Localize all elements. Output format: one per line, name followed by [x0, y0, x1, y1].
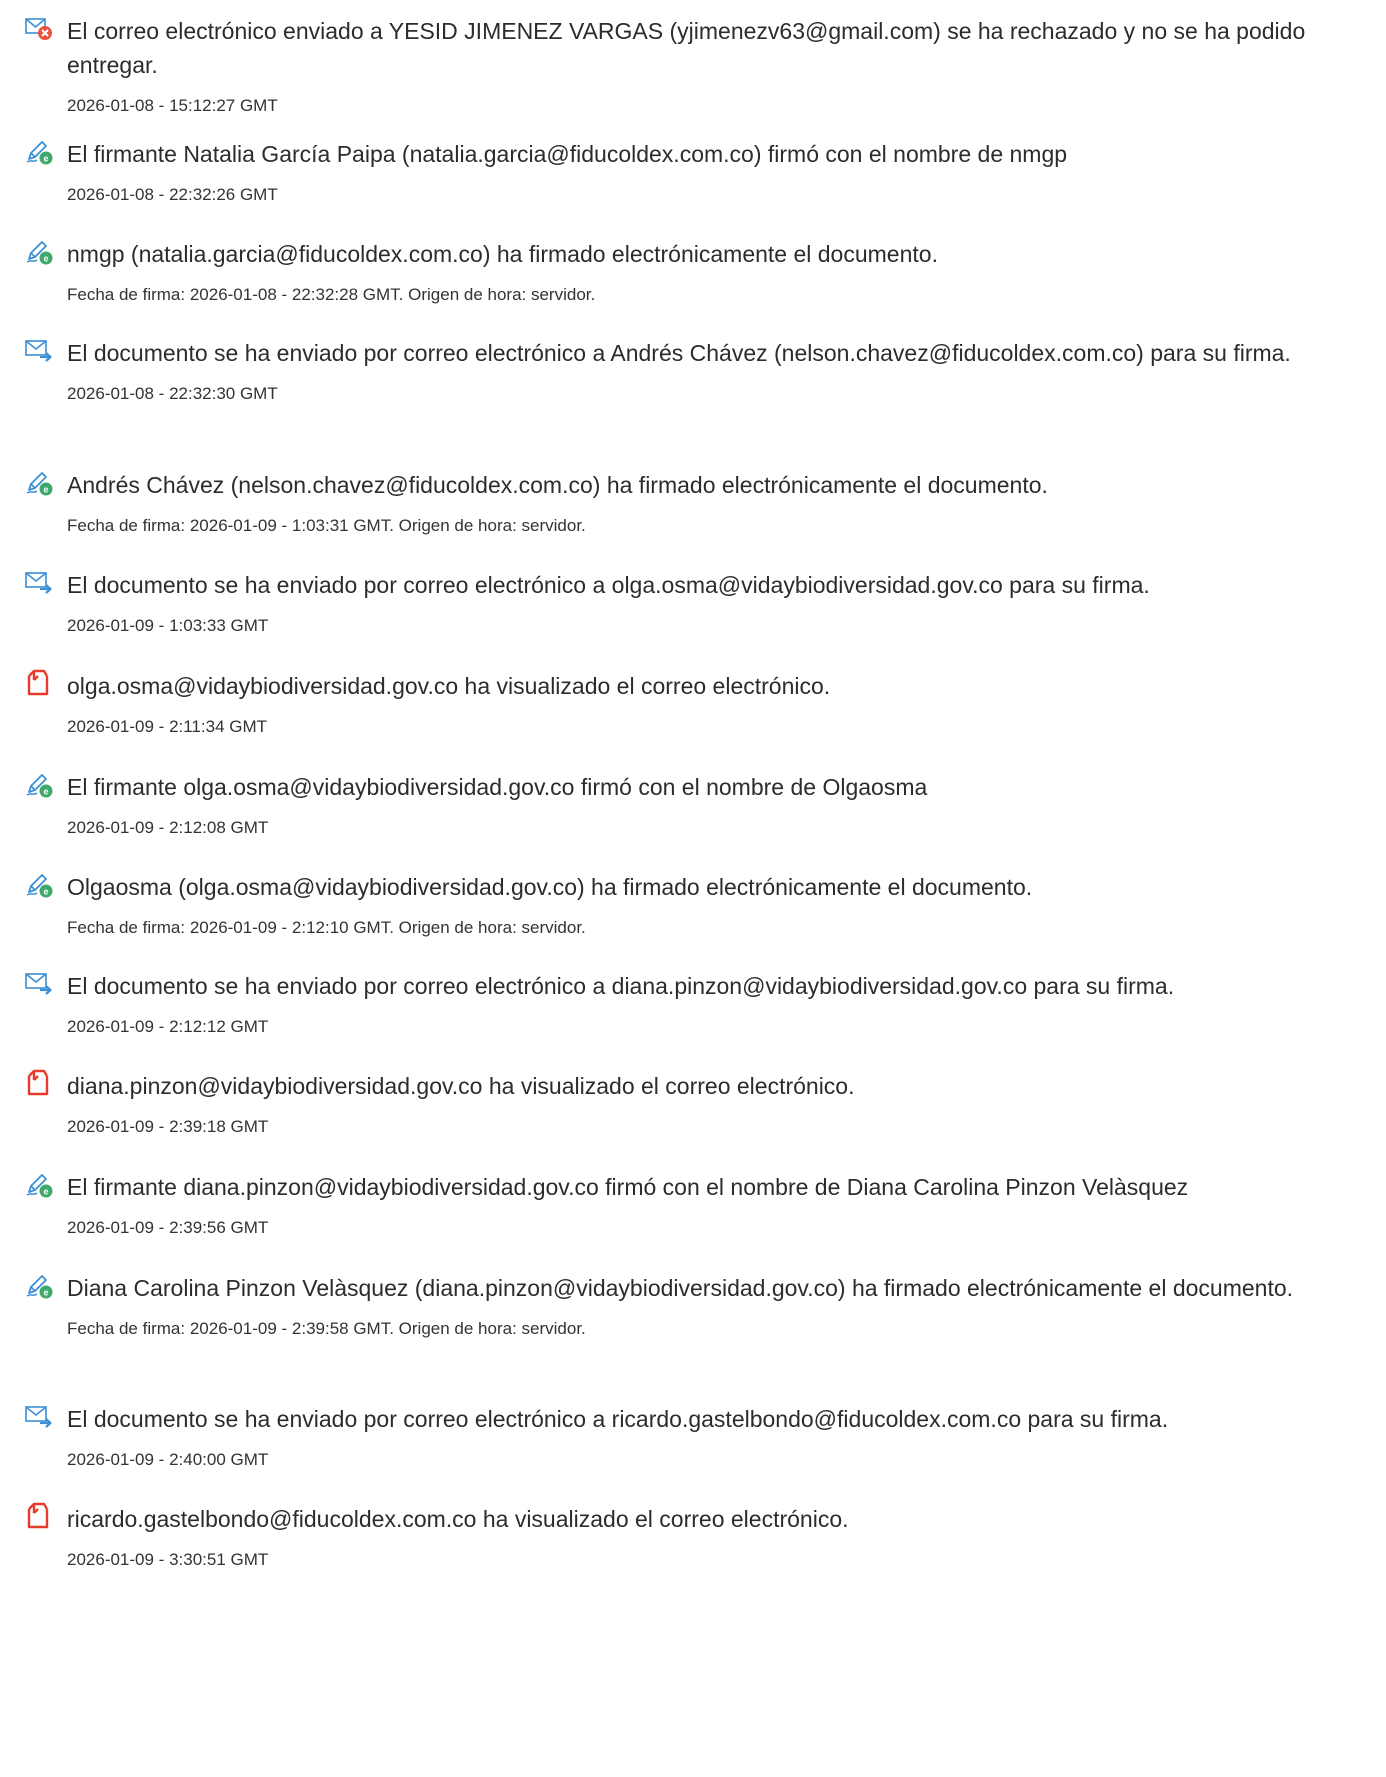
- document-viewed-icon: [27, 1069, 49, 1096]
- history-entry: e El firmante olga.osma@vidaybiodiversid…: [23, 770, 1368, 840]
- email-sent-icon: [23, 334, 55, 366]
- signature-pen-icon: e: [23, 466, 55, 498]
- signature-pen-icon: e: [26, 874, 53, 898]
- document-viewed-icon: [23, 667, 55, 699]
- event-timestamp: Fecha de firma: 2026-01-08 - 22:32:28 GM…: [67, 285, 596, 304]
- signature-pen-icon: e: [26, 472, 53, 496]
- document-viewed-icon: [27, 1502, 49, 1529]
- history-entry: e Diana Carolina Pinzon Velàsquez (diana…: [23, 1271, 1368, 1341]
- history-entry: ricardo.gastelbondo@fiducoldex.com.co ha…: [23, 1502, 1368, 1572]
- email-sent-icon: [25, 973, 52, 995]
- svg-text:e: e: [43, 887, 48, 897]
- event-description: El correo electrónico enviado a YESID JI…: [67, 18, 1306, 78]
- event-timestamp: 2026-01-09 - 2:11:34 GMT: [67, 717, 268, 736]
- event-timestamp: 2026-01-09 - 3:30:51 GMT: [67, 1550, 269, 1569]
- signature-pen-icon: e: [23, 868, 55, 900]
- svg-text:e: e: [43, 787, 48, 797]
- signature-pen-icon: e: [23, 1269, 55, 1301]
- signature-pen-icon: e: [26, 774, 53, 798]
- event-description: El documento se ha enviado por correo el…: [67, 340, 1291, 366]
- event-timestamp: 2026-01-09 - 2:39:56 GMT: [67, 1218, 269, 1237]
- signature-pen-icon: e: [26, 1275, 53, 1299]
- event-description: Andrés Chávez (nelson.chavez@fiducoldex.…: [67, 472, 1048, 498]
- signature-pen-icon: e: [26, 241, 53, 265]
- signature-pen-icon: e: [23, 1168, 55, 1200]
- svg-text:e: e: [43, 1288, 48, 1298]
- event-description: ricardo.gastelbondo@fiducoldex.com.co ha…: [67, 1506, 849, 1532]
- signature-pen-icon: e: [23, 235, 55, 267]
- event-description: Olgaosma (olga.osma@vidaybiodiversidad.g…: [67, 874, 1033, 900]
- email-sent-icon: [23, 566, 55, 598]
- event-timestamp: 2026-01-08 - 22:32:30 GMT: [67, 384, 278, 403]
- event-timestamp: 2026-01-09 - 2:12:12 GMT: [67, 1017, 269, 1036]
- svg-text:e: e: [43, 485, 48, 495]
- document-viewed-icon: [23, 1067, 55, 1099]
- event-description: nmgp (natalia.garcia@fiducoldex.com.co) …: [67, 241, 938, 267]
- history-entry: El correo electrónico enviado a YESID JI…: [23, 14, 1368, 118]
- email-rejected-icon: [23, 12, 55, 44]
- email-rejected-icon: [25, 18, 52, 40]
- email-sent-icon: [25, 340, 52, 362]
- signature-pen-icon: e: [23, 768, 55, 800]
- signature-pen-icon: e: [26, 1174, 53, 1198]
- event-timestamp: Fecha de firma: 2026-01-09 - 1:03:31 GMT…: [67, 516, 586, 535]
- history-entry: e Olgaosma (olga.osma@vidaybiodiversidad…: [23, 870, 1368, 940]
- svg-text:e: e: [43, 254, 48, 264]
- document-viewed-icon: [23, 1500, 55, 1532]
- history-entry: e nmgp (natalia.garcia@fiducoldex.com.co…: [23, 237, 1368, 307]
- event-description: Diana Carolina Pinzon Velàsquez (diana.p…: [67, 1275, 1294, 1301]
- signature-pen-icon: e: [26, 141, 53, 165]
- event-description: El firmante Natalia García Paipa (natali…: [67, 141, 1068, 167]
- event-timestamp: 2026-01-09 - 1:03:33 GMT: [67, 616, 269, 635]
- event-timestamp: 2026-01-08 - 15:12:27 GMT: [67, 96, 278, 115]
- event-description: olga.osma@vidaybiodiversidad.gov.co ha v…: [67, 673, 831, 699]
- event-description: El documento se ha enviado por correo el…: [67, 1406, 1169, 1432]
- email-sent-icon: [23, 1400, 55, 1432]
- event-description: El documento se ha enviado por correo el…: [67, 973, 1175, 999]
- history-entry: e Andrés Chávez (nelson.chavez@fiducolde…: [23, 468, 1368, 538]
- history-entry: e El firmante diana.pinzon@vidaybiodiver…: [23, 1170, 1368, 1240]
- history-entry: El documento se ha enviado por correo el…: [23, 568, 1368, 638]
- document-viewed-icon: [27, 669, 49, 696]
- signature-pen-icon: e: [23, 135, 55, 167]
- history-entry: diana.pinzon@vidaybiodiversidad.gov.co h…: [23, 1069, 1368, 1139]
- event-timestamp: 2026-01-09 - 2:12:08 GMT: [67, 818, 269, 837]
- event-timestamp: 2026-01-09 - 2:40:00 GMT: [67, 1450, 269, 1469]
- svg-text:e: e: [43, 1187, 48, 1197]
- event-timestamp: Fecha de firma: 2026-01-09 - 2:39:58 GMT…: [67, 1319, 586, 1338]
- event-description: El firmante olga.osma@vidaybiodiversidad…: [67, 774, 928, 800]
- event-timestamp: 2026-01-09 - 2:39:18 GMT: [67, 1117, 269, 1136]
- event-timestamp: Fecha de firma: 2026-01-09 - 2:12:10 GMT…: [67, 918, 586, 937]
- email-sent-icon: [25, 572, 52, 594]
- history-entry: e El firmante Natalia García Paipa (nata…: [23, 137, 1368, 207]
- history-entry: El documento se ha enviado por correo el…: [23, 969, 1368, 1039]
- audit-history-list: El correo electrónico enviado a YESID JI…: [0, 0, 1386, 1777]
- event-description: El documento se ha enviado por correo el…: [67, 572, 1150, 598]
- history-entry: El documento se ha enviado por correo el…: [23, 336, 1368, 406]
- event-description: diana.pinzon@vidaybiodiversidad.gov.co h…: [67, 1073, 855, 1099]
- email-sent-icon: [23, 967, 55, 999]
- event-description: El firmante diana.pinzon@vidaybiodiversi…: [67, 1174, 1189, 1200]
- svg-text:e: e: [43, 154, 48, 164]
- event-timestamp: 2026-01-08 - 22:32:26 GMT: [67, 185, 278, 204]
- history-entry: olga.osma@vidaybiodiversidad.gov.co ha v…: [23, 669, 1368, 739]
- email-sent-icon: [25, 1406, 52, 1428]
- history-entry: El documento se ha enviado por correo el…: [23, 1402, 1368, 1472]
